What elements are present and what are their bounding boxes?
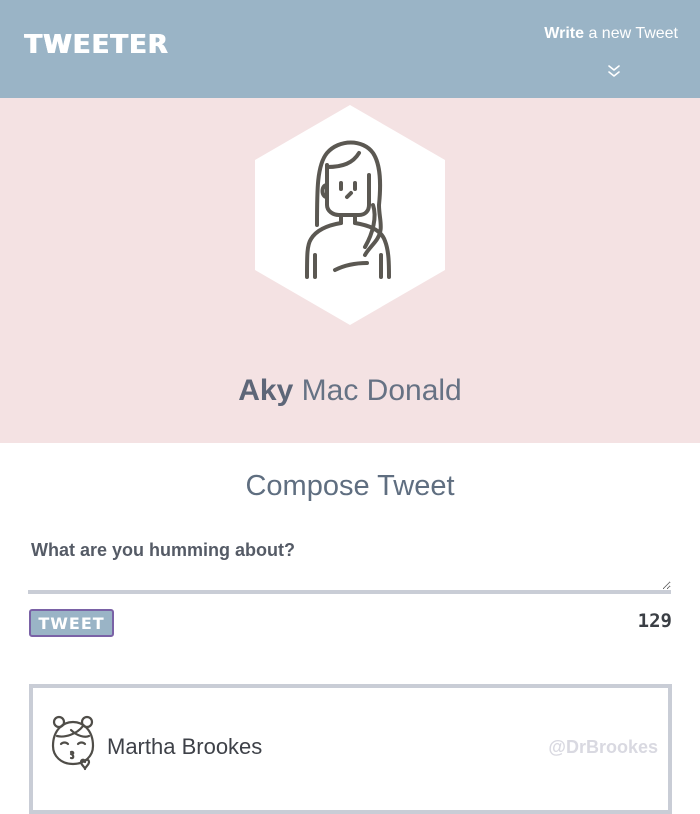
write-new-tweet-link-strong: Write bbox=[544, 25, 585, 42]
app-logo[interactable]: TWEETER bbox=[24, 30, 168, 60]
profile-avatar bbox=[255, 105, 445, 325]
girl-avatar-icon bbox=[255, 105, 445, 325]
compose-title: Compose Tweet bbox=[245, 470, 455, 502]
profile-name: Aky Mac Donald bbox=[0, 374, 700, 408]
character-counter: 129 bbox=[637, 610, 672, 632]
profile-banner: Aky Mac Donald bbox=[0, 98, 700, 443]
tweet-author-handle[interactable]: @DrBrookes bbox=[548, 737, 658, 758]
profile-first-name: Aky bbox=[238, 374, 294, 407]
top-nav-bar: TWEETER Write a new Tweet bbox=[0, 0, 700, 98]
tweet-input[interactable] bbox=[28, 528, 671, 594]
girl-kiss-avatar-icon bbox=[51, 715, 95, 771]
write-new-tweet-link-rest: a new Tweet bbox=[584, 25, 678, 42]
tweet-card: Martha Brookes @DrBrookes bbox=[29, 684, 672, 814]
write-new-tweet-link[interactable]: Write a new Tweet bbox=[544, 25, 678, 43]
profile-last-name: Mac Donald bbox=[301, 374, 462, 407]
double-chevron-down-icon[interactable] bbox=[606, 63, 622, 79]
tweet-button[interactable]: TWEET bbox=[29, 609, 114, 637]
tweet-author-name: Martha Brookes bbox=[107, 734, 263, 759]
